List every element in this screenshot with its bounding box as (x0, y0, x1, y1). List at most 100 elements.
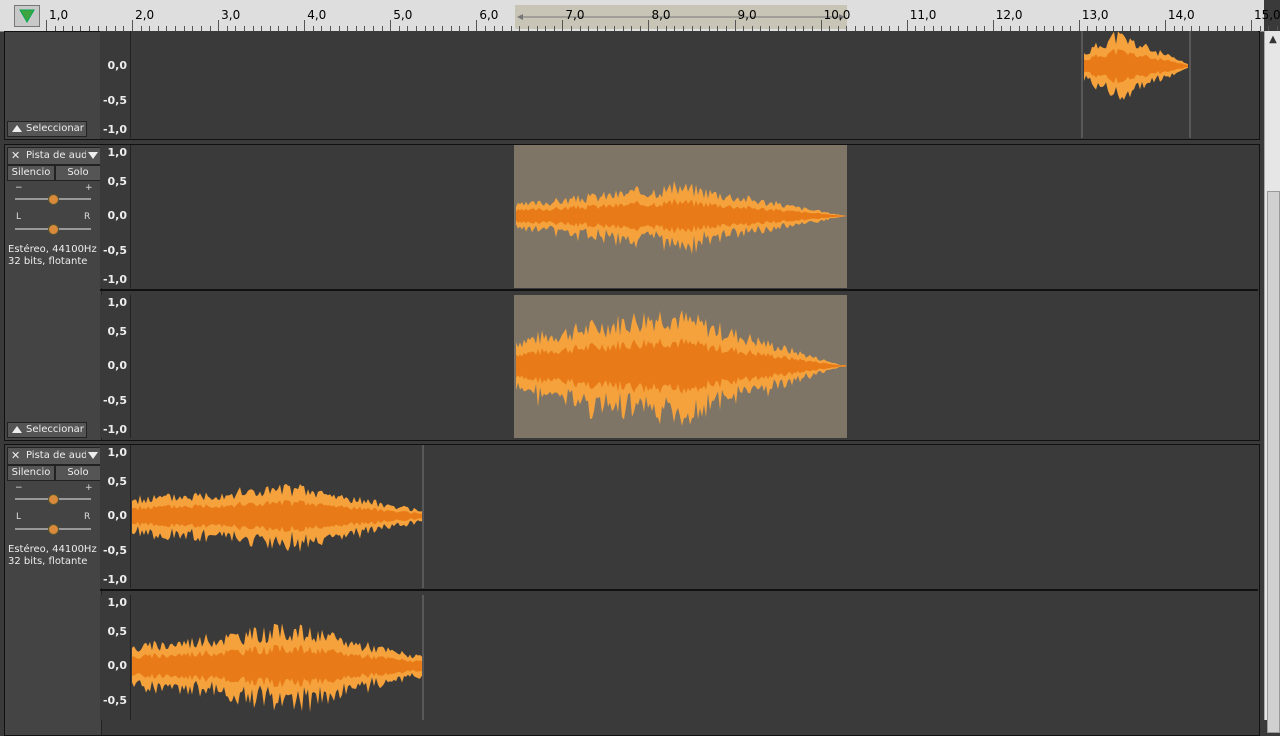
mute-button[interactable]: Silencio (7, 165, 55, 181)
gain-plus-label: + (85, 483, 93, 493)
amplitude-label: -0,5 (102, 544, 127, 557)
pan-slider[interactable] (15, 524, 91, 535)
play-triangle-icon (19, 9, 35, 23)
amplitude-scale: 1,0 0,5 0,0 -0,5 -1,0 (100, 295, 131, 438)
play-head-button[interactable] (14, 5, 40, 27)
waveform-area[interactable] (131, 595, 1258, 720)
ruler-tick-mark (906, 20, 908, 31)
ruler-tick-label: 9,0 (737, 8, 757, 22)
pan-right-label: R (84, 512, 91, 522)
amplitude-label: 1,0 (107, 446, 128, 459)
ruler-tick-label: 6,0 (479, 8, 499, 22)
vertical-scrollbar[interactable]: ▲ (1264, 31, 1280, 733)
track-control-panel: ✕ Pista de audio Silencio Solo − + L R E… (5, 145, 102, 440)
amplitude-scale: 1,0 0,5 0,0 -0,5 -1,0 (100, 445, 131, 588)
ruler-tick-label: 1,0 (49, 8, 69, 22)
select-label: Seleccionar (26, 424, 84, 435)
amplitude-scale: 0,0 -0,5 -1,0 (100, 31, 131, 138)
ruler-tick-label: 10,0 (823, 8, 851, 22)
gain-minus-label: − (15, 483, 23, 493)
ruler-tick-mark (820, 20, 822, 31)
amplitude-label: 0,5 (107, 475, 128, 488)
track-name[interactable]: Pista de audio (26, 150, 86, 161)
ruler-tick-mark (1078, 20, 1080, 31)
channel-track0[interactable]: 0,0 -0,5 -1,0 (100, 31, 1258, 138)
ruler-tick-mark (476, 20, 478, 31)
waveform-area[interactable] (131, 145, 1258, 288)
track-header[interactable]: ✕ Pista de audio (7, 447, 101, 465)
solo-button[interactable]: Solo (55, 465, 101, 481)
ruler-tick-label: 14,0 (1167, 8, 1195, 22)
gain-knob[interactable] (48, 194, 59, 205)
waveform (516, 180, 846, 255)
mute-button[interactable]: Silencio (7, 465, 55, 481)
ruler-tick-mark (304, 20, 306, 31)
amplitude-label: 0,0 (107, 509, 128, 522)
amplitude-label: -0,5 (102, 244, 127, 257)
gain-slider[interactable] (15, 194, 91, 205)
ruler-tick-mark (648, 20, 650, 31)
channel-track2-left[interactable]: 1,0 0,5 0,0 -0,5 -1,0 (100, 445, 1258, 588)
amplitude-label: 0,0 (107, 359, 128, 372)
gain-minus-label: − (15, 183, 23, 193)
channel-track2-right[interactable]: 1,0 0,5 0,0 -0,5 (100, 595, 1258, 720)
amplitude-label: 0,0 (107, 209, 128, 222)
gain-knob[interactable] (48, 494, 59, 505)
amplitude-label: -0,5 (102, 394, 127, 407)
amplitude-label: -1,0 (102, 573, 127, 586)
waveform-area[interactable] (131, 295, 1258, 438)
amplitude-label: 0,5 (107, 175, 128, 188)
waveform (132, 595, 424, 720)
pan-knob[interactable] (48, 224, 59, 235)
format-rate: Estéreo, 44100Hz (8, 244, 97, 255)
ruler-tick-label: 15,0 (1253, 8, 1280, 22)
amplitude-scale: 1,0 0,5 0,0 -0,5 (100, 595, 131, 720)
ruler-tick-label: 5,0 (393, 8, 413, 22)
format-bits: 32 bits, flotante (8, 556, 88, 567)
solo-button[interactable]: Solo (55, 165, 101, 181)
waveform (132, 445, 424, 588)
amplitude-label: 0,0 (107, 59, 128, 72)
track-menu-arrow-icon[interactable] (88, 452, 98, 459)
track-format-info: Estéreo, 44100Hz 32 bits, flotante (8, 244, 97, 268)
collapse-arrow-icon (12, 125, 22, 132)
amplitude-label: 0,0 (107, 659, 128, 672)
ruler-tick-mark (218, 20, 220, 31)
channel-track1-left[interactable]: 1,0 0,5 0,0 -0,5 -1,0 (100, 145, 1258, 288)
channel-track1-right[interactable]: 1,0 0,5 0,0 -0,5 -1,0 (100, 295, 1258, 438)
ruler-tick-label: 11,0 (909, 8, 937, 22)
ruler-tick-label: 2,0 (135, 8, 155, 22)
close-track-icon[interactable]: ✕ (11, 449, 20, 462)
amplitude-label: 1,0 (107, 596, 128, 609)
ruler-tick-mark (46, 20, 47, 31)
pan-slider[interactable] (15, 224, 91, 235)
waveform (1081, 31, 1191, 138)
gain-slider[interactable] (15, 494, 91, 505)
select-button[interactable]: Seleccionar (7, 422, 87, 438)
ruler-tick-mark (390, 20, 392, 31)
pan-knob[interactable] (48, 524, 59, 535)
scroll-thumb[interactable] (1267, 191, 1280, 733)
select-button[interactable]: Seleccionar (7, 121, 87, 137)
ruler-tick-label: 7,0 (565, 8, 585, 22)
track-control-panel: ✕ Pista de audio Silencio Solo − + L R E… (5, 445, 102, 735)
timeline-ruler[interactable]: 1,0 2,0 3,0 4,0 5,0 6,0 7,0 8,0 9,0 10,0 11,0 12,0 1… (0, 0, 1280, 32)
track-menu-arrow-icon[interactable] (88, 152, 98, 159)
amplitude-label: -1,0 (102, 273, 127, 286)
track-header[interactable]: ✕ Pista de audio (7, 147, 101, 165)
waveform-area[interactable] (131, 445, 1258, 588)
track-name[interactable]: Pista de audio (26, 450, 86, 461)
format-bits: 32 bits, flotante (8, 256, 88, 267)
waveform-area[interactable] (131, 31, 1258, 138)
scroll-up-icon[interactable]: ▲ (1265, 31, 1280, 49)
amplitude-label: -0,5 (102, 94, 127, 107)
close-track-icon[interactable]: ✕ (11, 149, 20, 162)
select-label: Seleccionar (26, 123, 84, 134)
ruler-tick-mark (132, 20, 134, 31)
ruler-tick-mark (562, 20, 564, 31)
amplitude-label: 0,5 (107, 325, 128, 338)
channel-separator (100, 289, 1258, 291)
channel-separator (100, 589, 1258, 591)
ruler-tick-mark (734, 20, 736, 31)
gain-plus-label: + (85, 183, 93, 193)
